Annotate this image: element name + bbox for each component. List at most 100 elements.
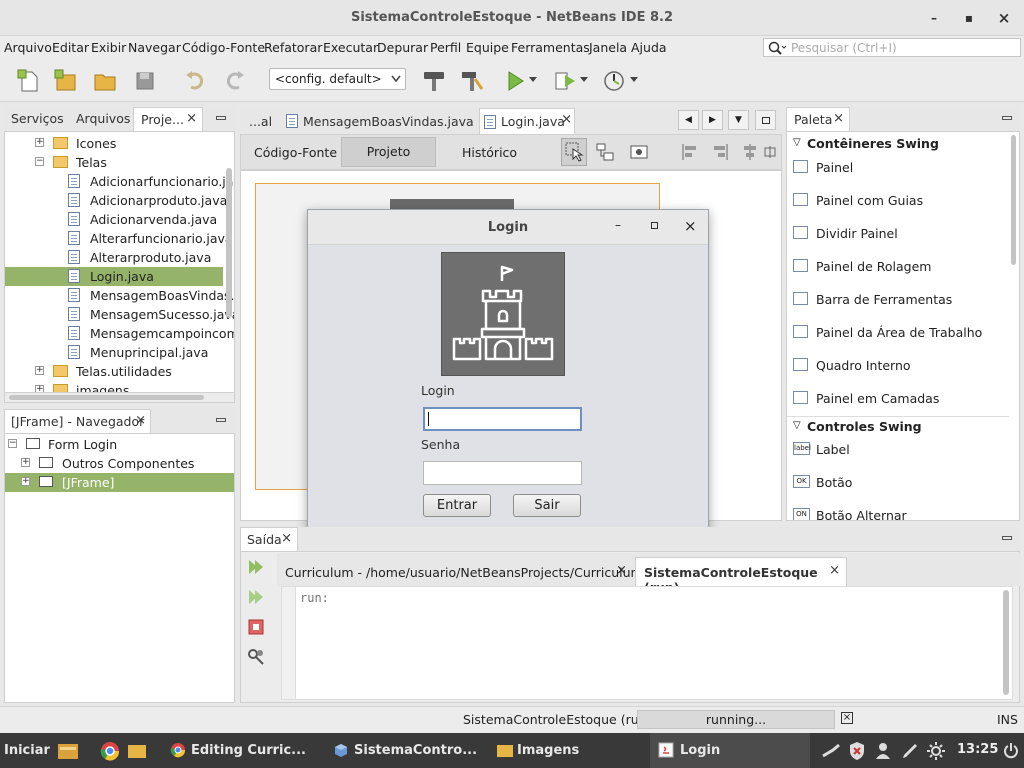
power-icon[interactable]	[1003, 741, 1019, 761]
pen-icon[interactable]	[900, 741, 920, 761]
cancel-task-icon[interactable]: ×	[841, 712, 853, 724]
maximize-editor-icon[interactable]	[755, 110, 776, 130]
tab-servicos[interactable]: Serviços	[11, 111, 64, 126]
minimize-button[interactable]: –	[924, 8, 944, 28]
menu-executar[interactable]: Executar	[323, 40, 378, 55]
tree-file[interactable]: MensagemSucesso.java	[5, 305, 234, 324]
dialog-close-icon[interactable]: ×	[684, 217, 697, 235]
minimize-panel-icon[interactable]	[216, 418, 226, 422]
close-tab-icon[interactable]: ×	[135, 413, 146, 428]
console-scrollbar[interactable]	[1003, 590, 1009, 695]
navigator-node[interactable]: + [JFrame]	[5, 473, 234, 492]
palette-section-header[interactable]: ▽ Controles Swing	[787, 416, 1009, 436]
task-imagens[interactable]: Imagens	[494, 733, 634, 768]
expand-icon[interactable]: +	[35, 366, 44, 375]
close-tab-icon[interactable]: ×	[833, 111, 844, 126]
save-all-icon[interactable]	[133, 69, 159, 93]
collapse-icon[interactable]: ▽	[793, 137, 801, 148]
output-tab-curriculum[interactable]: Curriculum - /home/usuario/NetBeansProje…	[285, 565, 643, 580]
scroll-tabs-left-icon[interactable]: ◀	[678, 110, 699, 130]
expand-icon[interactable]: +	[21, 458, 30, 467]
start-button[interactable]: Iniciar	[4, 733, 50, 768]
collapse-icon[interactable]: −	[8, 439, 17, 448]
undo-icon[interactable]	[183, 69, 209, 93]
scroll-tabs-right-icon[interactable]: ▶	[702, 110, 723, 130]
tab-editor-0[interactable]: ...al	[249, 114, 272, 129]
tree-file[interactable]: Adicionarfuncionario.java	[5, 172, 234, 191]
close-button[interactable]: ×	[994, 8, 1014, 28]
collapse-icon[interactable]: ▽	[793, 420, 801, 431]
search-input[interactable]: Pesquisar (Ctrl+I)	[763, 38, 1021, 57]
palette-item[interactable]: Painel da Área de Trabalho	[793, 325, 1003, 345]
close-tab-icon[interactable]: ×	[281, 531, 292, 546]
tree-file[interactable]: MensagemBoasVindas.java	[5, 286, 234, 305]
tree-file[interactable]: Adicionarvenda.java	[5, 210, 223, 229]
tab-mensagem-boas-vindas[interactable]: MensagemBoasVindas.java	[283, 110, 477, 134]
align-right-icon[interactable]	[711, 143, 729, 161]
tree-file[interactable]: Adicionarproduto.java	[5, 191, 227, 210]
connection-mode-icon[interactable]	[595, 142, 615, 162]
tree-file[interactable]: Alterarproduto.java	[5, 248, 223, 267]
view-tab-source[interactable]: Código-Fonte	[254, 145, 337, 160]
tab-projetos[interactable]: Proje... ×	[133, 107, 203, 131]
redo-icon[interactable]	[221, 69, 247, 93]
preview-design-icon[interactable]	[629, 142, 649, 162]
tree-folder[interactable]: − Telas	[5, 153, 223, 172]
dialog-minimize-icon[interactable]: –	[615, 218, 621, 232]
menu-perfil[interactable]: Perfil	[430, 40, 461, 55]
palette-item[interactable]: Painel em Camadas	[793, 391, 1003, 411]
palette-item[interactable]: Painel	[793, 160, 1003, 180]
view-tab-history[interactable]: Histórico	[462, 145, 517, 160]
minimize-panel-icon[interactable]	[1002, 536, 1012, 540]
tab-list-icon[interactable]: ▼	[728, 110, 749, 130]
menu-ferramentas[interactable]: Ferramentas	[511, 40, 590, 55]
new-project-icon[interactable]	[53, 69, 79, 93]
palette-section-header[interactable]: ▽ Contêineres Swing	[787, 134, 1009, 154]
sair-button[interactable]: Sair	[513, 494, 581, 517]
settings-icon[interactable]	[247, 648, 265, 666]
build-icon[interactable]	[421, 69, 447, 93]
tree-file[interactable]: Alterarfuncionario.java	[5, 229, 233, 248]
collapse-icon[interactable]: −	[35, 157, 44, 166]
menu-refatorar[interactable]: Refatorar	[264, 40, 322, 55]
new-file-icon[interactable]	[16, 69, 42, 93]
run-dropdown-icon[interactable]	[529, 77, 537, 83]
expand-icon[interactable]: +	[35, 138, 44, 147]
view-tab-design[interactable]: Projeto	[341, 137, 436, 167]
tab-navigator[interactable]: [JFrame] - Navegador ×	[4, 409, 151, 433]
tree-folder[interactable]: + Icones	[5, 134, 223, 153]
tree-file[interactable]: Login.java	[5, 267, 223, 286]
folder-icon[interactable]	[127, 742, 147, 760]
dialog-maximize-icon[interactable]	[651, 222, 658, 229]
align-left-icon[interactable]	[681, 143, 699, 161]
user-icon[interactable]	[874, 741, 892, 761]
chrome-icon[interactable]	[100, 741, 120, 761]
debug-dropdown-icon[interactable]	[580, 77, 588, 83]
tree-file[interactable]: Menuprincipal.java	[5, 343, 223, 362]
tab-arquivos[interactable]: Arquivos	[76, 111, 130, 126]
close-tab-icon[interactable]: ×	[616, 563, 627, 578]
palette-item[interactable]: Dividir Painel	[793, 226, 1003, 246]
menu-arquivo[interactable]: Arquivo	[4, 40, 52, 55]
brightness-icon[interactable]	[926, 741, 946, 761]
menu-navegar[interactable]: Navegar	[128, 40, 181, 55]
menu-depurar[interactable]: Depurar	[377, 40, 428, 55]
tree-folder[interactable]: + Telas.utilidades	[5, 362, 223, 381]
rerun-icon[interactable]	[247, 558, 265, 576]
output-console[interactable]: run:	[281, 586, 1013, 700]
tree-file[interactable]: Mensagemcampoincompleto.java	[5, 324, 234, 343]
align-more-icon[interactable]	[764, 143, 778, 161]
shield-icon[interactable]	[848, 741, 866, 761]
close-tab-icon[interactable]: ×	[561, 112, 572, 127]
output-tab-sistema[interactable]: SistemaControleEstoque (run)×	[635, 557, 847, 595]
palette-item[interactable]: Quadro Interno	[793, 358, 1003, 378]
palette-item[interactable]: Barra de Ferramentas	[793, 292, 1003, 312]
menu-exibir[interactable]: Exibir	[91, 40, 126, 55]
password-input[interactable]	[423, 461, 582, 485]
maximize-button[interactable]: ▪	[959, 8, 979, 28]
palette-item[interactable]: label Label	[793, 442, 1003, 462]
profile-dropdown-icon[interactable]	[630, 77, 638, 83]
palette-item[interactable]: Painel com Guias	[793, 193, 1003, 213]
profile-icon[interactable]	[602, 69, 628, 93]
menu-janela[interactable]: Janela	[589, 40, 627, 55]
